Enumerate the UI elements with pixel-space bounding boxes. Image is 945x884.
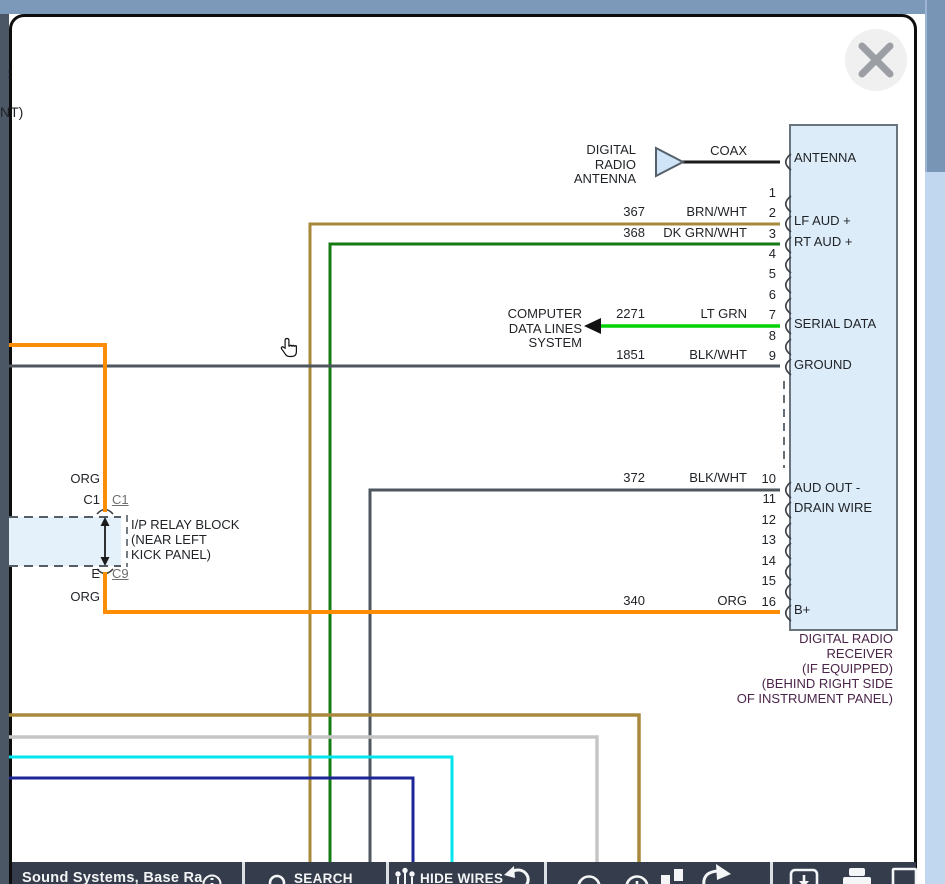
info-icon[interactable] (204, 876, 221, 884)
fullscreen-icon[interactable] (893, 869, 916, 884)
redo-rotate-icon[interactable] (704, 864, 731, 884)
zoom-in-icon[interactable] (627, 877, 648, 884)
app-screen: NT) : DIGITAL RADIO ANTENNA COAX 367 BRN… (0, 0, 945, 884)
search-icon[interactable] (270, 876, 288, 884)
print-icon[interactable] (843, 868, 871, 884)
fit-view-icon[interactable] (661, 869, 683, 884)
hand-cursor (280, 337, 302, 361)
toolbar-icons (0, 0, 945, 884)
hide-wires-icon[interactable] (396, 868, 414, 884)
zoom-out-icon[interactable] (579, 877, 600, 884)
undo-icon[interactable] (504, 866, 528, 884)
download-icon[interactable] (791, 870, 817, 884)
